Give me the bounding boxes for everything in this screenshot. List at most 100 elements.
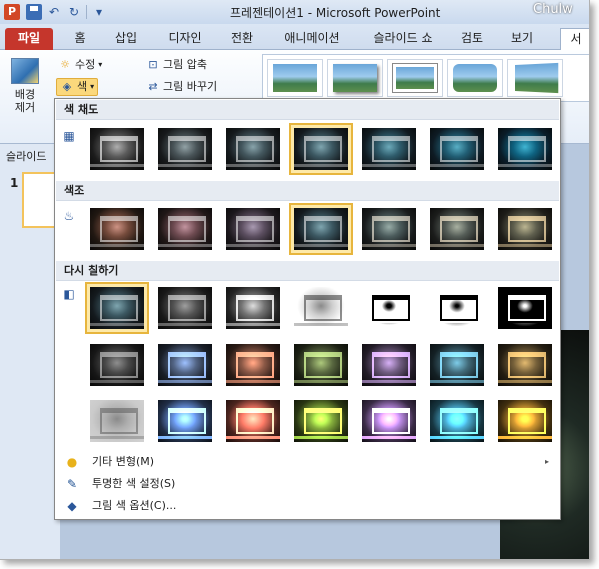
pen-icon: ✎ xyxy=(66,477,78,491)
color-variation-thumb[interactable] xyxy=(357,123,421,175)
thumb-preview xyxy=(294,400,348,442)
thumb-preview xyxy=(362,128,416,170)
thumb-preview xyxy=(294,208,348,250)
color-variation-thumb[interactable] xyxy=(85,339,149,391)
color-variation-thumb[interactable] xyxy=(425,203,489,255)
color-variation-thumb[interactable] xyxy=(85,282,149,334)
color-icon: ◈ xyxy=(62,80,72,93)
color-variation-thumb[interactable] xyxy=(425,395,489,447)
compress-pictures-button[interactable]: ⊡ 그림 압축 xyxy=(146,56,207,74)
picture-style-thumb[interactable] xyxy=(387,59,443,97)
tab-insert[interactable]: 삽입 xyxy=(106,28,146,50)
color-variation-thumb[interactable] xyxy=(221,339,285,391)
color-variation-thumb[interactable] xyxy=(493,282,557,334)
color-variation-thumb[interactable] xyxy=(221,203,285,255)
slides-pane: 슬라이드 1 xyxy=(0,144,60,559)
thumb-preview xyxy=(158,128,212,170)
color-variation-thumb[interactable] xyxy=(85,123,149,175)
tab-view[interactable]: 보기 xyxy=(502,28,542,50)
color-variation-thumb[interactable] xyxy=(221,123,285,175)
thumb-preview xyxy=(430,128,484,170)
title-bar: P ↶ ↻ ▾ 프레젠테이션1 - Microsoft PowerPoint C… xyxy=(0,0,589,24)
color-variation-thumb[interactable] xyxy=(493,123,557,175)
color-variation-thumb[interactable] xyxy=(153,123,217,175)
color-variation-thumb[interactable] xyxy=(493,339,557,391)
thumb-preview xyxy=(226,128,280,170)
thumb-preview xyxy=(158,400,212,442)
change-picture-button[interactable]: ⇄ 그림 바꾸기 xyxy=(146,78,217,96)
style-preview xyxy=(333,64,377,92)
color-variation-thumb[interactable] xyxy=(425,123,489,175)
thumb-preview xyxy=(158,287,212,329)
thumb-preview xyxy=(498,128,552,170)
color-variation-thumb[interactable] xyxy=(289,395,353,447)
color-variation-thumb[interactable] xyxy=(493,203,557,255)
recolor-header: 다시 칠하기 xyxy=(56,261,559,281)
color-variation-thumb[interactable] xyxy=(289,339,353,391)
color-variation-thumb[interactable] xyxy=(85,203,149,255)
picture-color-options-item[interactable]: ◆ 그림 색 옵션(C)... xyxy=(56,495,559,517)
color-label: 색 xyxy=(77,80,88,93)
color-variation-thumb[interactable] xyxy=(357,395,421,447)
undo-icon[interactable]: ↶ xyxy=(46,4,62,20)
recolor-row xyxy=(85,282,557,334)
picture-color-options-icon: ◆ xyxy=(67,499,77,513)
thumb-preview xyxy=(90,344,144,386)
color-variation-thumb[interactable] xyxy=(357,282,421,334)
color-variation-thumb[interactable] xyxy=(153,339,217,391)
style-preview xyxy=(453,64,497,92)
style-preview xyxy=(273,64,317,92)
picture-style-thumb[interactable] xyxy=(267,59,323,97)
set-transparent-color-item[interactable]: ✎ 투명한 색 설정(S) xyxy=(56,473,559,495)
color-variation-thumb[interactable] xyxy=(221,282,285,334)
tone-row xyxy=(85,203,557,255)
corrections-button[interactable]: ☼ 수정 ▾ xyxy=(58,56,102,74)
palette-icon: ● xyxy=(66,455,78,469)
picture-color-options-label: 그림 색 옵션(C)... xyxy=(92,499,177,512)
color-variation-thumb[interactable] xyxy=(425,339,489,391)
color-variation-thumb[interactable] xyxy=(85,395,149,447)
thumb-preview xyxy=(498,400,552,442)
thumb-preview xyxy=(226,400,280,442)
tab-review[interactable]: 검토 xyxy=(452,28,492,50)
color-variation-thumb[interactable] xyxy=(493,395,557,447)
color-variation-thumb[interactable] xyxy=(289,123,353,175)
remove-background-label: 배경 제거 xyxy=(14,88,36,114)
color-variation-thumb[interactable] xyxy=(357,339,421,391)
remove-background-icon xyxy=(11,58,39,84)
tab-animations[interactable]: 애니메이션 xyxy=(272,28,352,50)
color-variation-thumb[interactable] xyxy=(289,203,353,255)
tab-design[interactable]: 디자인 xyxy=(158,28,212,50)
tab-slide-show[interactable]: 슬라이드 쇼 xyxy=(362,28,444,50)
thumb-preview xyxy=(362,208,416,250)
slides-tab[interactable]: 슬라이드 xyxy=(6,148,46,164)
customize-icon[interactable]: ▾ xyxy=(91,4,107,20)
window-title: 프레젠테이션1 - Microsoft PowerPoint xyxy=(230,6,441,20)
tab-file[interactable]: 파일 xyxy=(5,28,53,50)
color-variation-thumb[interactable] xyxy=(221,395,285,447)
more-variations-item[interactable]: ● 기타 변형(M) ▸ xyxy=(56,451,559,473)
save-icon[interactable] xyxy=(26,4,42,20)
corrections-label: 수정 xyxy=(75,58,96,71)
picture-style-thumb[interactable] xyxy=(447,59,503,97)
powerpoint-window: P ↶ ↻ ▾ 프레젠테이션1 - Microsoft PowerPoint C… xyxy=(0,0,590,560)
tab-transitions[interactable]: 전환 xyxy=(222,28,262,50)
color-variation-thumb[interactable] xyxy=(289,282,353,334)
picture-styles-gallery xyxy=(262,54,589,102)
tab-home[interactable]: 홈 xyxy=(66,28,94,50)
thumb-preview xyxy=(498,208,552,250)
temperature-icon: ♨ xyxy=(63,209,75,223)
redo-icon[interactable]: ↻ xyxy=(66,4,82,20)
color-variation-thumb[interactable] xyxy=(425,282,489,334)
color-variation-thumb[interactable] xyxy=(153,395,217,447)
powerpoint-icon[interactable]: P xyxy=(4,4,20,20)
color-button[interactable]: ◈ 색 ▾ xyxy=(56,78,99,96)
color-variation-thumb[interactable] xyxy=(357,203,421,255)
tab-picture-format[interactable]: 서 xyxy=(560,28,589,50)
remove-background-button[interactable]: 배경 제거 xyxy=(6,58,44,122)
color-variation-thumb[interactable] xyxy=(153,203,217,255)
color-variation-thumb[interactable] xyxy=(153,282,217,334)
picture-style-thumb[interactable] xyxy=(327,59,383,97)
picture-style-thumb[interactable] xyxy=(507,59,563,97)
recolor-icon: ◧ xyxy=(63,287,75,301)
